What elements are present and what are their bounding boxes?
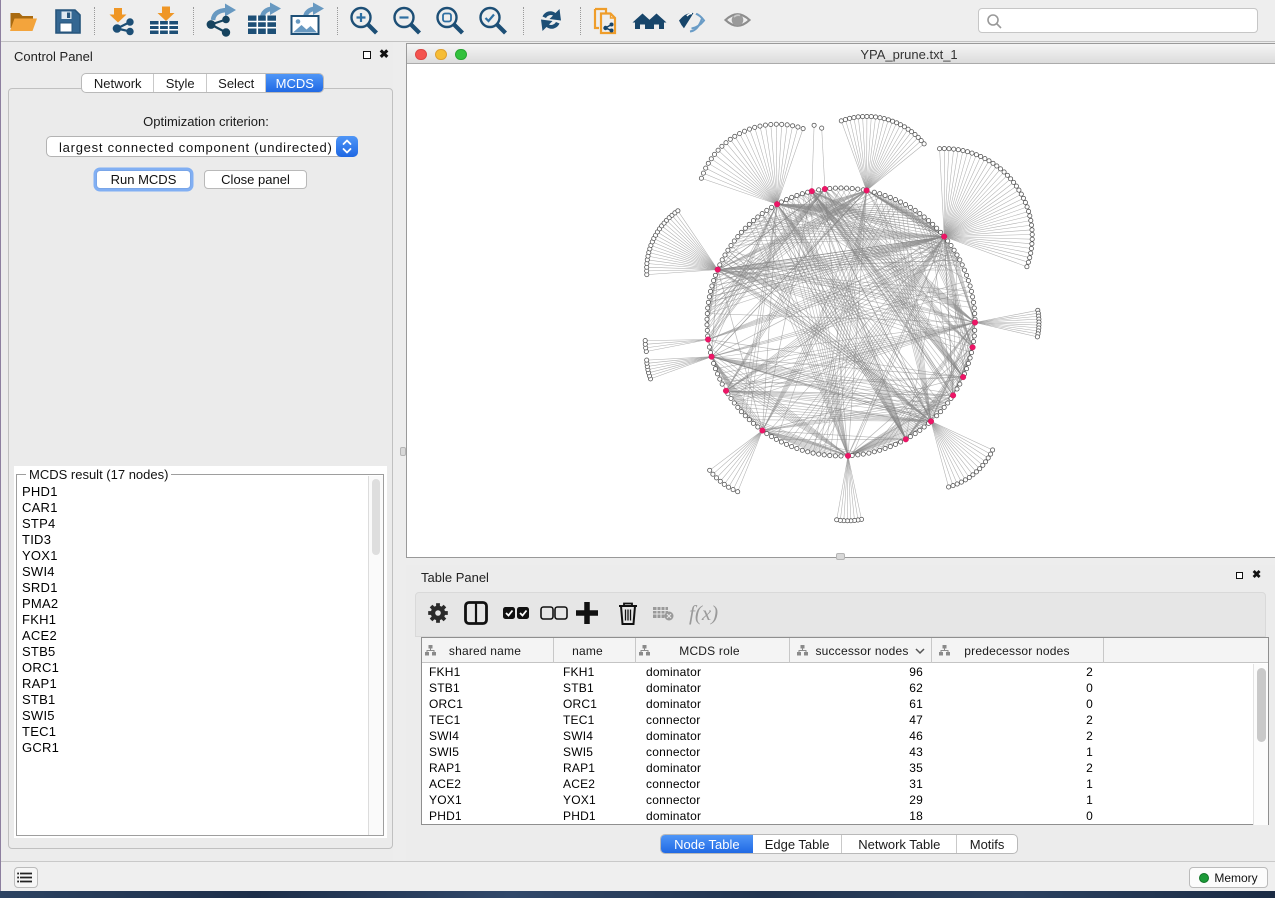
svg-text:f(x): f(x) (689, 601, 718, 625)
